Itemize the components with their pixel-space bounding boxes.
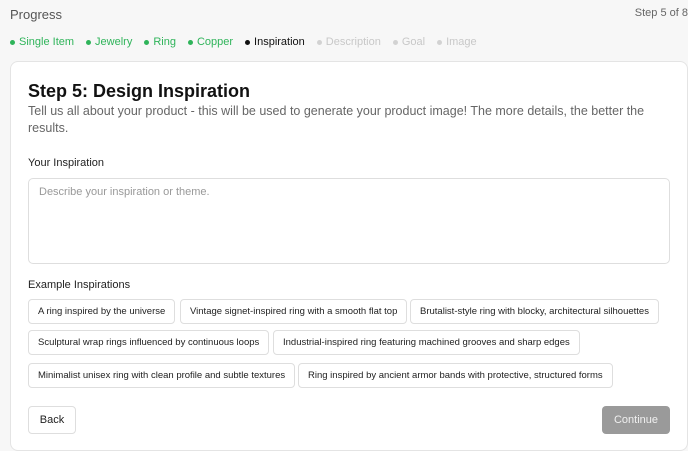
progress-title: Progress xyxy=(10,7,63,22)
example-chip[interactable]: Minimalist unisex ring with clean profil… xyxy=(28,363,296,388)
example-chip[interactable]: Industrial-inspired ring featuring machi… xyxy=(273,330,580,355)
step-dot-icon xyxy=(187,39,193,45)
page-title: Step 5: Design Inspiration xyxy=(28,81,251,101)
step-label: Ring xyxy=(153,36,176,48)
example-chip[interactable]: Sculptural wrap rings influenced by cont… xyxy=(28,330,270,355)
step-label: Image xyxy=(446,36,477,48)
step-jewelry: Jewelry xyxy=(86,36,132,48)
step-label: Single Item xyxy=(19,36,75,48)
step-label: Jewelry xyxy=(95,36,133,48)
step-inspiration: Inspiration xyxy=(245,36,305,48)
step-dot-icon xyxy=(392,39,398,45)
example-chip[interactable]: Ring inspired by ancient armor bands wit… xyxy=(298,363,613,388)
continue-button[interactable]: Continue xyxy=(602,406,670,434)
step-dot-icon xyxy=(86,39,92,45)
step-dot-icon xyxy=(316,39,322,45)
step-dot-icon xyxy=(437,39,443,45)
example-chip[interactable]: A ring inspired by the universe xyxy=(28,299,176,324)
step-counter: Step 5 of 8 xyxy=(634,7,688,19)
step-copper: Copper xyxy=(187,36,234,48)
inspiration-input[interactable] xyxy=(28,178,670,264)
page-description: Tell us all about your product - this wi… xyxy=(28,104,645,135)
example-chip[interactable]: Brutalist-style ring with blocky, archit… xyxy=(410,299,659,324)
step-label: Inspiration xyxy=(254,36,305,48)
step-label: Description xyxy=(325,36,381,48)
step-dot-icon xyxy=(10,39,15,45)
back-button[interactable]: Back xyxy=(28,406,76,434)
examples-label: Example Inspirations xyxy=(28,279,131,291)
inspiration-label: Your Inspiration xyxy=(28,157,105,169)
step-description: Description xyxy=(316,36,381,48)
example-chip[interactable]: Vintage signet-inspired ring with a smoo… xyxy=(180,299,408,324)
step-label: Copper xyxy=(196,36,234,48)
step-goal: Goal xyxy=(392,36,426,48)
step-image: Image xyxy=(437,36,477,48)
inspiration-card: Step 5: Design Inspiration Tell us all a… xyxy=(10,61,688,451)
step-dot-icon xyxy=(245,39,251,45)
step-label: Goal xyxy=(401,36,426,48)
step-ring: Ring xyxy=(144,36,176,48)
step-dot-icon xyxy=(144,39,150,45)
progress-header: Progress Step 5 of 8 xyxy=(10,7,688,27)
step-tracker: Single Item Jewelry Ring Copper Inspirat… xyxy=(10,36,477,48)
step-single-item: Single Item xyxy=(10,36,74,48)
